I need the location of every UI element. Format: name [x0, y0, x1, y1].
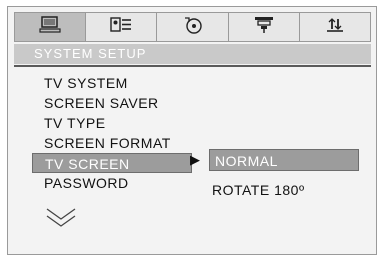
setup-menu: TV SYSTEM SCREEN SAVER TV TYPE SCREEN FO… — [32, 73, 192, 193]
audio-disc-icon — [182, 16, 204, 39]
menu-item-screen-format[interactable]: SCREEN FORMAT — [32, 133, 192, 153]
menu-item-screen-saver[interactable]: SCREEN SAVER — [32, 93, 192, 113]
menu-item-password[interactable]: PASSWORD — [32, 173, 192, 193]
tab-system[interactable] — [15, 13, 86, 41]
tab-video[interactable] — [227, 13, 299, 41]
page-title: SYSTEM SETUP — [14, 44, 371, 64]
category-tabs — [14, 12, 371, 42]
tv-screen-options: NORMAL ROTATE 180º — [209, 149, 359, 201]
tab-audio[interactable] — [156, 13, 228, 41]
option-normal[interactable]: NORMAL — [209, 149, 359, 171]
divider — [14, 65, 371, 67]
menu-item-tv-system[interactable]: TV SYSTEM — [32, 73, 192, 93]
setup-window: SYSTEM SETUP TV SYSTEM SCREEN SAVER TV T… — [7, 6, 377, 255]
monitor-icon — [39, 15, 61, 39]
tab-language[interactable] — [85, 13, 157, 41]
menu-item-tv-type[interactable]: TV TYPE — [32, 113, 192, 133]
language-icon — [110, 16, 132, 39]
menu-item-tv-screen[interactable]: TV SCREEN — [32, 153, 192, 173]
option-rotate-180[interactable]: ROTATE 180º — [209, 179, 359, 201]
video-icon — [253, 16, 275, 39]
submenu-arrow-icon: ▶ — [190, 152, 200, 167]
chevron-down-double-icon[interactable] — [45, 207, 77, 234]
preferences-icon — [324, 16, 346, 39]
tab-preferences[interactable] — [298, 13, 371, 41]
